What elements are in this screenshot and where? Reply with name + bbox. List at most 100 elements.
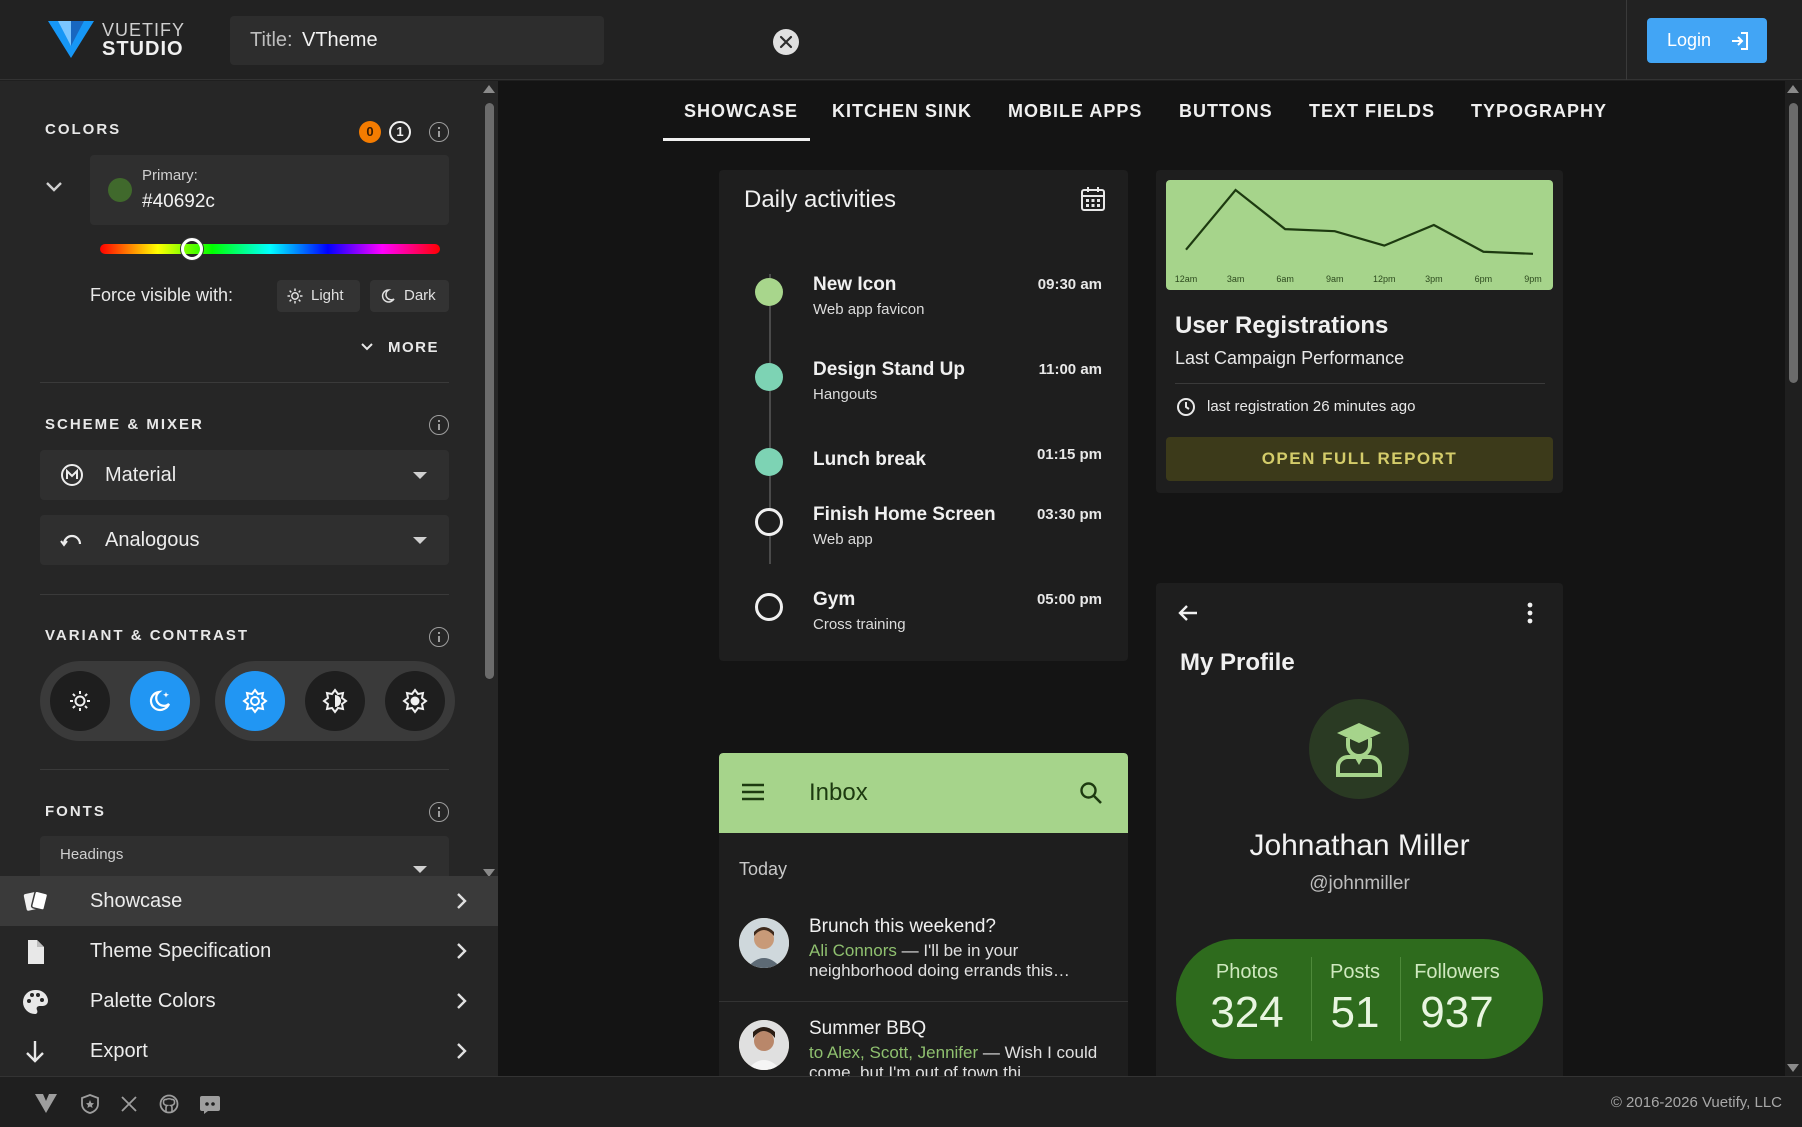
scroll-up-arrow-icon[interactable]: [483, 85, 495, 93]
title-value[interactable]: VTheme: [302, 29, 378, 52]
scroll-down-arrow-icon[interactable]: [1787, 1064, 1799, 1072]
registrations-subtitle: Last Campaign Performance: [1175, 348, 1405, 368]
light-variant-button[interactable]: [50, 671, 110, 731]
more-vertical-icon[interactable]: [1526, 601, 1534, 625]
fonts-section-title: FONTS: [45, 803, 106, 820]
activity-detail: Web app favicon: [813, 301, 925, 318]
scroll-up-arrow-icon[interactable]: [1787, 85, 1799, 93]
sparkline-series: [1185, 188, 1534, 255]
section-divider: [40, 594, 449, 595]
shield-icon[interactable]: [80, 1094, 100, 1114]
scheme-select[interactable]: Material: [40, 450, 449, 500]
hue-slider-thumb[interactable]: [180, 238, 203, 260]
github-icon[interactable]: [159, 1094, 179, 1114]
sidebar-item-palette-colors[interactable]: Palette Colors: [0, 976, 498, 1026]
variant-toggle-group: [40, 661, 200, 741]
avatar: [1309, 699, 1409, 799]
list-item[interactable]: Summer BBQ to Alex, Scott, Jennifer — Wi…: [719, 1018, 1128, 1076]
headings-font-select[interactable]: Headings: [40, 836, 449, 876]
x-tick-label: 12pm: [1373, 274, 1396, 284]
medium-contrast-button[interactable]: [305, 671, 365, 731]
sun-icon: [287, 288, 303, 304]
sidebar-item-theme-specification[interactable]: Theme Specification: [0, 926, 498, 976]
daily-activities-card: Daily activities New Icon Web app favico…: [719, 170, 1128, 661]
force-dark-label: Dark: [404, 287, 436, 304]
tab-text-fields[interactable]: TEXT FIELDS: [1309, 101, 1435, 122]
title-prefix: Title:: [250, 29, 293, 51]
mail-subject: Summer BBQ: [809, 1018, 927, 1039]
dark-variant-button[interactable]: [130, 671, 190, 731]
force-light-button[interactable]: Light: [277, 280, 360, 312]
scrollbar-thumb[interactable]: [485, 103, 494, 679]
scheme-info-icon[interactable]: [429, 415, 449, 435]
tab-typography[interactable]: TYPOGRAPHY: [1471, 101, 1607, 122]
avatar: [739, 918, 789, 968]
colors-info-icon[interactable]: [429, 122, 449, 142]
inbox-card: Inbox Today Brunch this weekend? Ali Con…: [719, 753, 1128, 1076]
contrast-full-icon: [402, 688, 428, 714]
tab-buttons[interactable]: BUTTONS: [1179, 101, 1273, 122]
inbox-toolbar: Inbox: [719, 753, 1128, 833]
force-dark-button[interactable]: Dark: [370, 280, 449, 312]
fonts-info-icon[interactable]: [429, 802, 449, 822]
arrow-left-icon[interactable]: [1176, 601, 1200, 625]
mail-preview: to Alex, Scott, Jennifer — Wish I could …: [809, 1043, 1109, 1076]
vuetify-logo-icon: [48, 21, 94, 58]
mixer-select[interactable]: Analogous: [40, 515, 449, 565]
tab-kitchen-sink[interactable]: KITCHEN SINK: [832, 101, 972, 122]
chevron-right-icon: [457, 893, 467, 909]
chevron-right-icon: [457, 993, 467, 1009]
x-tick-label: 3am: [1227, 274, 1245, 284]
activity-detail: Web app: [813, 531, 873, 548]
chevron-right-icon: [457, 943, 467, 959]
chevron-right-icon: [457, 1043, 467, 1059]
variant-section-title: VARIANT & CONTRAST: [45, 627, 250, 644]
menu-icon[interactable]: [741, 783, 765, 801]
search-icon[interactable]: [1079, 781, 1103, 805]
open-full-report-button[interactable]: OPEN FULL REPORT: [1166, 437, 1553, 481]
file-icon: [28, 940, 44, 964]
activity-name: Lunch break: [813, 449, 926, 470]
app-header: VUETIFY STUDIO Title: VTheme Login: [0, 0, 1802, 80]
mail-sender: Ali Connors: [809, 941, 897, 960]
stat-followers: Followers 937: [1400, 961, 1514, 1038]
scrollbar-thumb[interactable]: [1789, 103, 1798, 383]
copyright-text: © 2016-2026 Vuetify, LLC: [1610, 1094, 1782, 1111]
login-button[interactable]: Login: [1647, 18, 1767, 63]
variant-info-icon[interactable]: [429, 627, 449, 647]
hue-slider[interactable]: [100, 244, 440, 254]
contrast-toggle-group: [215, 661, 455, 741]
x-twitter-icon[interactable]: [120, 1095, 138, 1113]
sidebar-scrollbar[interactable]: [481, 81, 498, 881]
profile-name: Johnathan Miller: [1249, 829, 1470, 862]
chevron-down-icon[interactable]: [45, 181, 63, 193]
app-footer: © 2016-2026 Vuetify, LLC: [0, 1076, 1802, 1127]
main-scrollbar[interactable]: [1785, 81, 1802, 1076]
activity-time: 09:30 am: [1037, 276, 1102, 293]
high-contrast-button[interactable]: [385, 671, 445, 731]
vuetify-logo[interactable]: VUETIFY STUDIO: [48, 18, 198, 62]
contrast-half-icon: [322, 688, 348, 714]
stat-label: Posts: [1329, 961, 1381, 983]
tab-mobile-apps[interactable]: MOBILE APPS: [1008, 101, 1142, 122]
sidebar-item-showcase[interactable]: Showcase: [0, 876, 498, 926]
clear-icon[interactable]: [773, 29, 799, 55]
sidebar-item-export[interactable]: Export: [0, 1026, 498, 1076]
activity-name: Finish Home Screen: [813, 504, 996, 525]
standard-contrast-button[interactable]: [225, 671, 285, 731]
discord-icon[interactable]: [199, 1094, 221, 1114]
tab-showcase[interactable]: SHOWCASE: [684, 101, 798, 122]
stat-label: Photos: [1215, 961, 1279, 983]
title-input[interactable]: Title: VTheme: [230, 16, 799, 65]
sidebar-nav: Showcase Theme Specification Palette Col…: [0, 876, 498, 1076]
header-divider: [1626, 0, 1627, 80]
chevron-down-icon: [361, 343, 373, 351]
activity-time: 01:15 pm: [1036, 446, 1102, 463]
primary-color-value[interactable]: #40692c: [142, 191, 215, 213]
primary-color-field[interactable]: Primary: #40692c: [90, 155, 449, 225]
calendar-icon[interactable]: [1080, 186, 1106, 212]
logo-text-bottom: STUDIO: [102, 38, 184, 60]
timeline-item: Gym Cross training 05:00 pm: [719, 575, 1128, 645]
activity-name: New Icon: [813, 274, 897, 295]
vuetify-logo-icon[interactable]: [34, 1092, 58, 1114]
